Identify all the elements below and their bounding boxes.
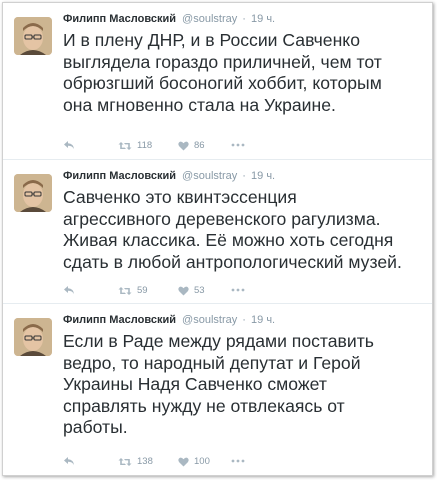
author-name[interactable]: Филипп Масловский: [63, 314, 176, 326]
reply-button[interactable]: [63, 140, 75, 150]
author-handle[interactable]: @soulstray: [182, 314, 237, 326]
tweet-screenshot-frame: Филипп Масловский @soulstray · 19 ч. И в…: [2, 2, 433, 476]
author-name[interactable]: Филипп Масловский: [63, 170, 176, 182]
like-button[interactable]: 100: [178, 456, 210, 467]
reply-button[interactable]: [63, 285, 75, 295]
more-button[interactable]: [231, 140, 245, 150]
more-dots-icon: [231, 288, 245, 292]
like-button[interactable]: 53: [178, 285, 205, 296]
tweet: Филипп Масловский @soulstray · 19 ч. Сав…: [3, 159, 432, 303]
tweet-header: Филипп Масловский @soulstray · 19 ч.: [63, 13, 275, 25]
separator: ·: [242, 13, 246, 25]
heart-icon: [178, 457, 189, 466]
retweet-count: 138: [137, 456, 153, 467]
tweet-text: И в плену ДНР, и в России Савченко выгля…: [63, 30, 382, 115]
timestamp[interactable]: 19 ч.: [251, 314, 275, 326]
heart-icon: [178, 286, 189, 295]
separator: ·: [242, 170, 246, 182]
avatar[interactable]: [14, 318, 52, 356]
like-count: 100: [194, 456, 210, 467]
retweet-button[interactable]: 118: [118, 140, 152, 151]
heart-icon: [178, 141, 189, 150]
timestamp[interactable]: 19 ч.: [251, 13, 275, 25]
retweet-icon: [118, 141, 132, 150]
tweet-header: Филипп Масловский @soulstray · 19 ч.: [63, 170, 275, 182]
like-count: 53: [194, 285, 205, 296]
separator: ·: [242, 314, 246, 326]
author-name[interactable]: Филипп Масловский: [63, 13, 176, 25]
like-count: 86: [194, 140, 205, 151]
more-dots-icon: [231, 459, 245, 463]
tweet: Филипп Масловский @soulstray · 19 ч. И в…: [3, 3, 432, 159]
more-button[interactable]: [231, 456, 245, 466]
retweet-count: 118: [137, 140, 153, 151]
tweet-text: Если в Раде между рядами поставить ведро…: [63, 331, 374, 437]
avatar[interactable]: [14, 17, 52, 55]
like-button[interactable]: 86: [178, 140, 205, 151]
timestamp[interactable]: 19 ч.: [251, 170, 275, 182]
retweet-count: 59: [137, 285, 148, 296]
tweet-text: Савченко это квинтэссенция агрессивного …: [63, 187, 402, 272]
author-handle[interactable]: @soulstray: [182, 13, 237, 25]
author-handle[interactable]: @soulstray: [182, 170, 237, 182]
reply-icon: [64, 141, 74, 149]
tweet: Филипп Масловский @soulstray · 19 ч. Есл…: [3, 303, 432, 477]
retweet-icon: [118, 286, 132, 295]
reply-button[interactable]: [63, 456, 75, 466]
more-button[interactable]: [231, 285, 245, 295]
avatar[interactable]: [14, 174, 52, 212]
retweet-icon: [118, 457, 132, 466]
more-dots-icon: [231, 143, 245, 147]
tweet-header: Филипп Масловский @soulstray · 19 ч.: [63, 314, 275, 326]
reply-icon: [64, 286, 74, 294]
reply-icon: [64, 457, 74, 465]
retweet-button[interactable]: 138: [118, 456, 153, 467]
retweet-button[interactable]: 59: [118, 285, 148, 296]
